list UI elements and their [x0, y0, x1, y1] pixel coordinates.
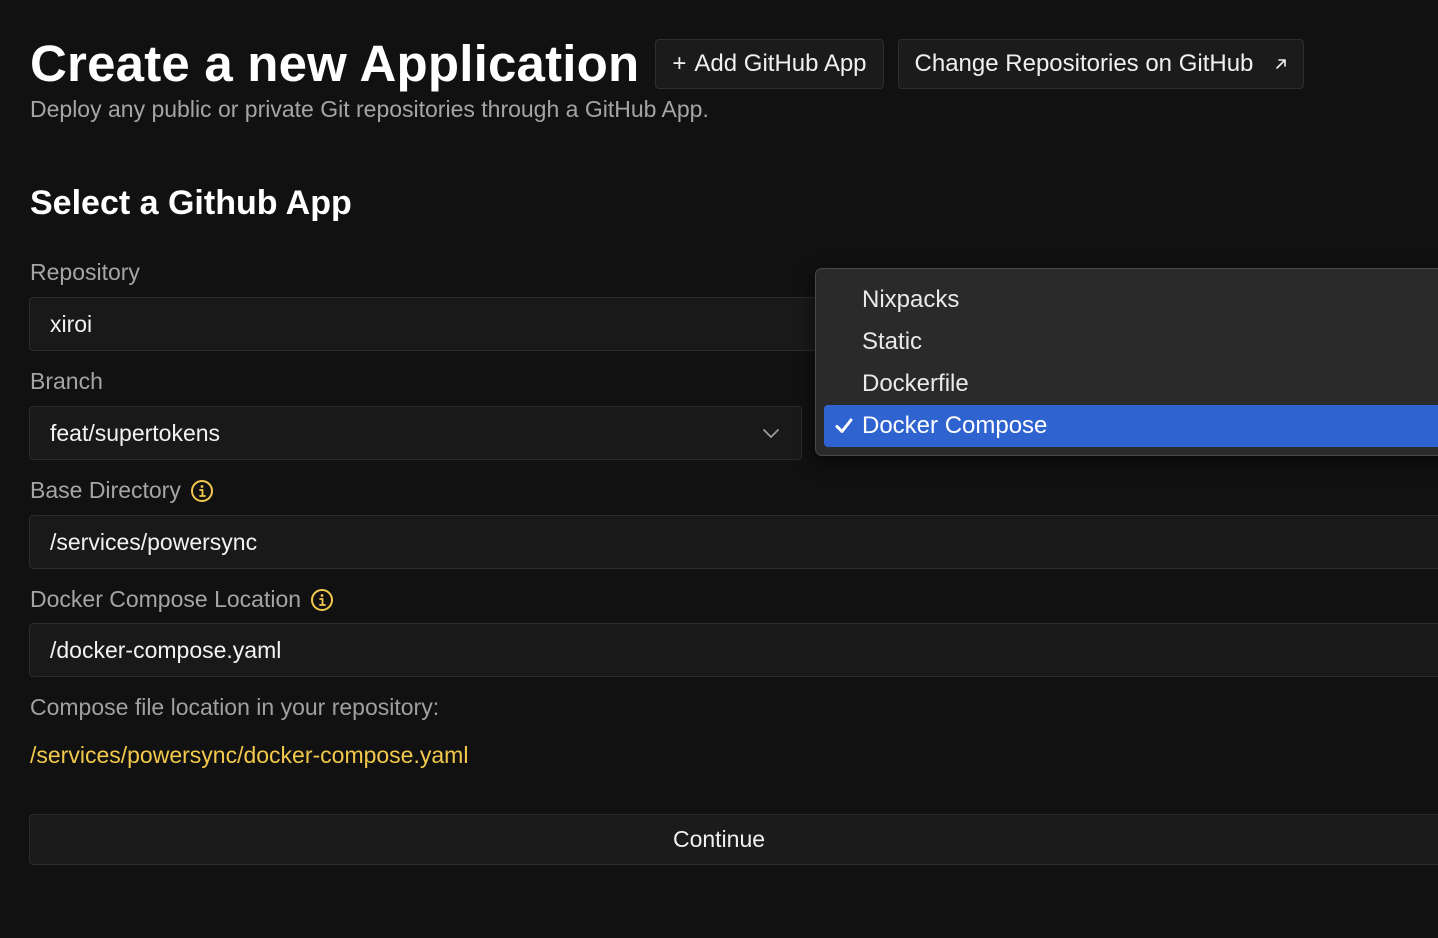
compose-full-path: /services/powersync/docker-compose.yaml [30, 742, 469, 768]
change-repositories-label: Change Repositories on GitHub [914, 50, 1254, 77]
repository-label: Repository [30, 259, 140, 286]
info-circle-icon[interactable] [310, 588, 334, 612]
compose-location-value: /docker-compose.yaml [50, 636, 282, 663]
dropdown-option-nixpacks[interactable]: Nixpacks [824, 279, 1438, 321]
dropdown-option-label: Nixpacks [862, 286, 960, 313]
base-directory-input[interactable]: /services/powersync [29, 515, 1438, 569]
base-directory-label-text: Base Directory [30, 477, 181, 503]
dropdown-option-label: Docker Compose [862, 412, 1048, 439]
header: Create a new Application + Add GitHub Ap… [30, 34, 1305, 94]
repository-label-text: Repository [30, 259, 140, 285]
compose-location-label-text: Docker Compose Location [30, 586, 302, 612]
dropdown-option-label: Dockerfile [862, 370, 969, 397]
branch-label-text: Branch [30, 368, 103, 394]
build-pack-dropdown[interactable]: Nixpacks Static Dockerfile Docker Compos… [815, 268, 1438, 456]
compose-hint: Compose file location in your repository… [30, 694, 440, 720]
dropdown-option-dockerfile[interactable]: Dockerfile [824, 363, 1438, 405]
dropdown-option-static[interactable]: Static [824, 321, 1438, 363]
chevron-down-icon [761, 423, 781, 443]
dropdown-option-docker-compose[interactable]: Docker Compose [824, 405, 1438, 447]
add-github-app-label: Add GitHub App [694, 50, 867, 77]
page-subtitle: Deploy any public or private Git reposit… [30, 96, 709, 122]
plus-icon: + [672, 50, 687, 77]
compose-location-label: Docker Compose Location [30, 586, 334, 613]
arrow-up-right-icon [1273, 56, 1289, 72]
branch-select[interactable]: feat/supertokens [29, 406, 802, 460]
base-directory-label: Base Directory [30, 477, 214, 504]
page-title: Create a new Application [30, 35, 640, 92]
add-github-app-button[interactable]: + Add GitHub App [655, 39, 884, 89]
base-directory-value: /services/powersync [50, 528, 258, 555]
repository-value: xiroi [50, 310, 93, 337]
continue-label: Continue [672, 826, 766, 852]
checkmark-icon [834, 416, 854, 436]
dropdown-option-label: Static [862, 328, 923, 355]
page: Create a new Application + Add GitHub Ap… [0, 0, 1438, 938]
compose-location-input[interactable]: /docker-compose.yaml [29, 623, 1438, 677]
branch-label: Branch [30, 368, 103, 395]
continue-button[interactable]: Continue [29, 814, 1438, 865]
section-title: Select a Github App [30, 184, 352, 222]
change-repositories-button[interactable]: Change Repositories on GitHub [897, 39, 1305, 89]
repository-field[interactable]: xiroi [29, 297, 829, 351]
info-circle-icon[interactable] [190, 479, 214, 503]
branch-value: feat/supertokens [50, 419, 221, 446]
